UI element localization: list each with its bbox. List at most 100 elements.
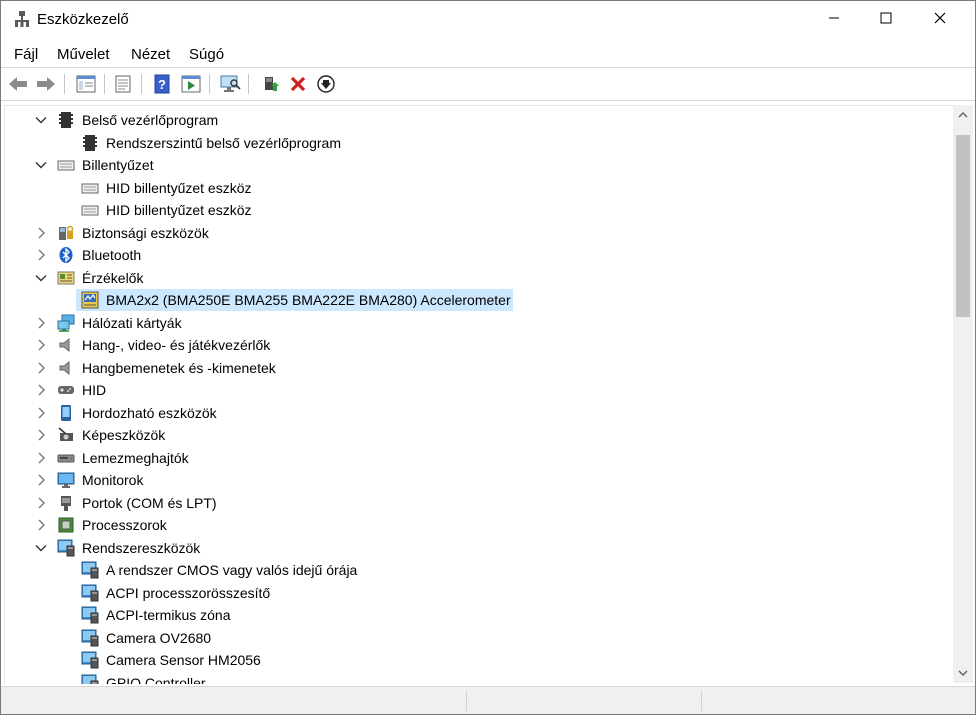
tree-device[interactable]: BMA2x2 (BMA250E BMA255 BMA222E BMA280) A… [5, 289, 945, 311]
keyboard-icon [81, 183, 99, 193]
run-icon [181, 75, 201, 93]
tree-device[interactable]: GPIO Controller [5, 672, 945, 685]
tree-category[interactable]: Lemezmeghajtók [5, 447, 945, 469]
properties-window-button[interactable] [74, 72, 98, 96]
chevron-right-icon[interactable] [34, 406, 48, 420]
tree-item-label: Bluetooth [82, 247, 142, 263]
forward-icon [37, 77, 55, 91]
back-icon [9, 77, 27, 91]
menu-action[interactable]: Művelet [57, 46, 110, 63]
minimize-icon [829, 17, 839, 19]
chevron-right-icon[interactable] [34, 383, 48, 397]
chevron-down-icon[interactable] [34, 158, 48, 172]
tree-category[interactable]: Belső vezérlőprogram [5, 109, 945, 131]
chevron-right-icon[interactable] [34, 518, 48, 532]
update-driver-icon [265, 77, 279, 91]
tree-item-label: Érzékelők [82, 269, 144, 286]
chevron-down-icon[interactable] [34, 271, 48, 285]
tree-item-label: GPIO Controller [106, 674, 206, 685]
minimize-button[interactable] [811, 1, 857, 35]
title-bar[interactable]: Eszközkezelő [1, 1, 975, 37]
chevron-right-icon[interactable] [34, 451, 48, 465]
tree-device[interactable]: A rendszer CMOS vagy valós idejű órája [5, 559, 945, 581]
run-button[interactable] [179, 72, 203, 96]
scan-hardware-button[interactable] [218, 72, 242, 96]
scrollbar-thumb[interactable] [956, 135, 970, 317]
tree-item-label: Rendszerszintű belső vezérlőprogram [106, 134, 341, 151]
tree-category[interactable]: Monitorok [5, 469, 945, 491]
toolbar-separator [248, 74, 249, 94]
tree-item-label: Belső vezérlőprogram [82, 112, 219, 128]
tree-category[interactable]: Rendszereszközök [5, 537, 945, 559]
tree-device[interactable]: Camera OV2680 [5, 627, 945, 649]
bluetooth-icon [59, 247, 73, 263]
disable-button[interactable] [314, 72, 338, 96]
tree-device[interactable]: HID billentyűzet eszköz [5, 177, 945, 199]
back-button[interactable] [6, 72, 30, 96]
device-tree[interactable]: Belső vezérlőprogram Rendszerszintű belső… [4, 105, 953, 684]
tree-item-label: Processzorok [82, 517, 167, 533]
system-device-icon [81, 606, 99, 624]
tree-category[interactable]: HID [5, 379, 945, 401]
tree-device[interactable]: ACPI processzorösszesítő [5, 582, 945, 604]
maximize-button[interactable] [863, 1, 909, 35]
tree-device[interactable]: ACPI-termikus zóna [5, 604, 945, 626]
status-bar-segment [701, 691, 702, 711]
chevron-right-icon[interactable] [34, 338, 48, 352]
status-bar-segment [466, 691, 467, 711]
menu-file[interactable]: Fájl [14, 46, 38, 63]
tree-category[interactable]: Hálózati kártyák [5, 312, 945, 334]
tree-device[interactable]: Rendszerszintű belső vezérlőprogram [5, 132, 945, 154]
help-button[interactable]: ? [150, 72, 174, 96]
properties-window-icon [76, 75, 96, 93]
hid-icon [58, 386, 74, 394]
menu-view[interactable]: Nézet [131, 46, 170, 63]
port-icon [61, 495, 71, 511]
menu-help[interactable]: Súgó [189, 46, 224, 63]
tree-category[interactable]: Processzorok [5, 514, 945, 536]
system-device-icon [81, 651, 99, 669]
chevron-right-icon[interactable] [34, 361, 48, 375]
tree-category[interactable]: Billentyűzet [5, 154, 945, 176]
system-device-icon [81, 561, 99, 579]
chevron-down-icon[interactable] [34, 541, 48, 555]
scan-monitor-icon [220, 75, 241, 92]
tree-category[interactable]: Érzékelők [5, 267, 945, 289]
uninstall-button[interactable] [286, 72, 310, 96]
processor-icon [58, 517, 74, 533]
tree-category[interactable]: Hang-, video- és játékvezérlők [5, 334, 945, 356]
tree-item-label: Hordozható eszközök [82, 404, 217, 421]
forward-button[interactable] [34, 72, 58, 96]
tree-item-label: Camera Sensor HM2056 [106, 652, 261, 668]
tree-category[interactable]: Hangbemenetek és -kimenetek [5, 357, 945, 379]
tree-category[interactable]: Hordozható eszközök [5, 402, 945, 424]
chevron-right-icon[interactable] [34, 473, 48, 487]
tree-category[interactable]: Bluetooth [5, 244, 945, 266]
chevron-right-icon[interactable] [34, 428, 48, 442]
tree-item-label: Hangbemenetek és -kimenetek [82, 359, 276, 376]
tree-category[interactable]: Biztonsági eszközök [5, 222, 945, 244]
update-driver-button[interactable] [259, 72, 283, 96]
chevron-down-icon[interactable] [34, 113, 48, 127]
scroll-up-arrow-icon[interactable] [958, 111, 968, 119]
properties-sheet-button[interactable] [111, 72, 135, 96]
security-icon [59, 225, 74, 240]
scroll-down-arrow-icon[interactable] [958, 669, 968, 677]
tree-item-label: HID billentyűzet eszköz [106, 179, 252, 196]
tree-category[interactable]: Portok (COM és LPT) [5, 492, 945, 514]
tree-device[interactable]: HID billentyűzet eszköz [5, 199, 945, 221]
close-button[interactable] [917, 1, 963, 35]
tree-item-label: Képeszközök [82, 427, 166, 443]
tree-category[interactable]: Képeszközök [5, 424, 945, 446]
system-device-icon [81, 674, 99, 684]
tree-item-label: Billentyűzet [82, 157, 154, 173]
vertical-scrollbar[interactable] [953, 105, 973, 683]
toolbar-separator-line [1, 100, 975, 101]
chevron-right-icon[interactable] [34, 248, 48, 262]
chevron-right-icon[interactable] [34, 226, 48, 240]
tree-device[interactable]: Camera Sensor HM2056 [5, 649, 945, 671]
toolbar-separator [64, 74, 65, 94]
tree-item-label: Hálózati kártyák [82, 314, 182, 331]
chevron-right-icon[interactable] [34, 496, 48, 510]
chevron-right-icon[interactable] [34, 316, 48, 330]
